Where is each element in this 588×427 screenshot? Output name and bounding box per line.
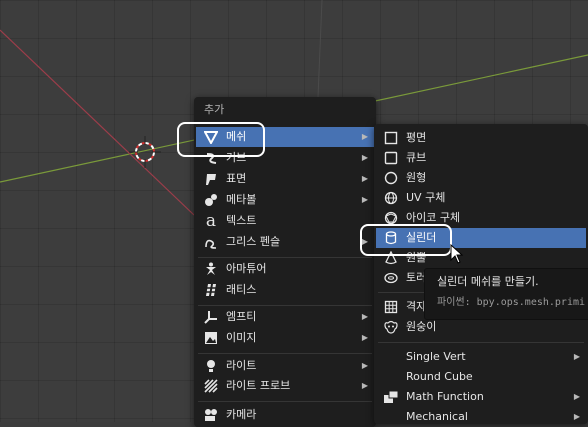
menu-item-text[interactable]: a 텍스트 bbox=[196, 211, 374, 231]
text-icon: a bbox=[205, 211, 217, 231]
menu-item-label: 텍스트 bbox=[226, 214, 257, 227]
monkey-icon bbox=[382, 318, 400, 336]
mesh-item-mechanical[interactable]: Mechanical ▶ bbox=[376, 407, 586, 427]
mesh-item-cube[interactable]: 큐브 bbox=[376, 148, 586, 168]
surface-icon bbox=[202, 170, 220, 188]
menu-item-label: 라이트 프로브 bbox=[226, 379, 291, 392]
math-function-icon bbox=[382, 388, 400, 406]
light-probe-icon bbox=[202, 377, 220, 395]
mesh-item-circle[interactable]: 원형 bbox=[376, 168, 586, 188]
mesh-item-label: Round Cube bbox=[406, 370, 473, 383]
light-icon bbox=[202, 357, 220, 375]
mesh-item-label: Single Vert bbox=[406, 350, 466, 363]
menu-item-metaball[interactable]: 메타볼 ▶ bbox=[196, 190, 374, 210]
mesh-item-single-vert[interactable]: Single Vert ▶ bbox=[376, 347, 586, 367]
add-menu-title: 추가 bbox=[204, 103, 225, 116]
submenu-arrow-icon: ▶ bbox=[361, 132, 368, 141]
torus-icon bbox=[382, 269, 400, 287]
menu-separator bbox=[198, 353, 372, 354]
menu-item-label: 이미지 bbox=[226, 331, 257, 344]
uv-sphere-icon bbox=[382, 189, 400, 207]
armature-icon bbox=[202, 260, 220, 278]
mesh-item-label: 원숭이 bbox=[406, 320, 437, 333]
menu-item-label: 아마튜어 bbox=[226, 262, 267, 275]
highlight-box-cylinder bbox=[360, 224, 452, 256]
x-axis-line bbox=[0, 29, 195, 216]
tooltip: 실린더 메쉬를 만들기. 파이썬: bpy.ops.mesh.primi bbox=[424, 268, 588, 320]
menu-item-label: 라이트 bbox=[226, 359, 257, 372]
menu-item-empty[interactable]: 엠프티 ▶ bbox=[196, 307, 374, 327]
menu-item-label: 그리스 펜슬 bbox=[226, 235, 281, 248]
menu-item-light-probe[interactable]: 라이트 프로브 ▶ bbox=[196, 376, 374, 396]
menu-separator bbox=[378, 342, 584, 343]
camera-icon bbox=[202, 406, 220, 424]
submenu-arrow-icon: ▶ bbox=[573, 392, 580, 401]
tooltip-python: 파이썬: bpy.ops.mesh.primi bbox=[437, 297, 586, 308]
mesh-item-label: Mechanical bbox=[406, 410, 468, 423]
submenu-arrow-icon: ▶ bbox=[361, 312, 368, 321]
z-axis-line bbox=[317, 0, 323, 98]
submenu-arrow-icon: ▶ bbox=[361, 195, 368, 204]
cube-icon bbox=[382, 149, 400, 167]
mesh-item-label: UV 구체 bbox=[406, 191, 446, 204]
menu-separator bbox=[198, 401, 372, 402]
grid-icon bbox=[382, 298, 400, 316]
grease-pencil-icon bbox=[202, 233, 220, 251]
highlight-box-mesh bbox=[177, 122, 265, 157]
empty-icon bbox=[202, 308, 220, 326]
menu-item-image[interactable]: 이미지 ▶ bbox=[196, 328, 374, 348]
mesh-item-label: 평면 bbox=[406, 131, 427, 144]
menu-item-label: 메타볼 bbox=[226, 193, 257, 206]
mesh-item-math-function[interactable]: Math Function ▶ bbox=[376, 387, 586, 407]
image-icon bbox=[202, 329, 220, 347]
tooltip-description: 실린더 메쉬를 만들기. bbox=[437, 275, 539, 288]
submenu-arrow-icon: ▶ bbox=[573, 352, 580, 361]
mesh-item-label: Math Function bbox=[406, 390, 484, 403]
menu-item-armature[interactable]: 아마튜어 bbox=[196, 259, 374, 279]
menu-separator bbox=[198, 305, 372, 306]
menu-item-camera[interactable]: 카메라 bbox=[196, 405, 374, 425]
submenu-arrow-icon: ▶ bbox=[361, 381, 368, 390]
menu-item-label: 엠프티 bbox=[226, 310, 257, 323]
menu-item-lattice[interactable]: 래티스 bbox=[196, 280, 374, 300]
mesh-item-label: 원형 bbox=[406, 171, 427, 184]
circle-icon bbox=[382, 169, 400, 187]
menu-item-surface[interactable]: 표면 ▶ bbox=[196, 169, 374, 189]
menu-item-grease-pencil[interactable]: 그리스 펜슬 ▶ bbox=[196, 232, 374, 252]
submenu-arrow-icon: ▶ bbox=[361, 361, 368, 370]
submenu-arrow-icon: ▶ bbox=[361, 333, 368, 342]
submenu-arrow-icon: ▶ bbox=[361, 153, 368, 162]
3d-cursor-icon bbox=[129, 136, 161, 168]
menu-item-label: 표면 bbox=[226, 172, 247, 185]
mesh-item-label: 큐브 bbox=[406, 151, 427, 164]
menu-item-light[interactable]: 라이트 ▶ bbox=[196, 356, 374, 376]
metaball-icon bbox=[202, 191, 220, 209]
mesh-item-round-cube[interactable]: Round Cube bbox=[376, 367, 586, 387]
lattice-icon bbox=[202, 281, 220, 299]
plane-icon bbox=[382, 129, 400, 147]
mesh-item-uv-sphere[interactable]: UV 구체 bbox=[376, 188, 586, 208]
submenu-arrow-icon: ▶ bbox=[573, 412, 580, 421]
mouse-cursor-icon bbox=[450, 243, 464, 267]
menu-item-label: 카메라 bbox=[226, 408, 257, 421]
mesh-item-plane[interactable]: 평면 bbox=[376, 128, 586, 148]
mesh-item-monkey[interactable]: 원숭이 bbox=[376, 317, 586, 337]
menu-item-label: 래티스 bbox=[226, 283, 257, 296]
submenu-arrow-icon: ▶ bbox=[361, 174, 368, 183]
menu-separator bbox=[198, 257, 372, 258]
